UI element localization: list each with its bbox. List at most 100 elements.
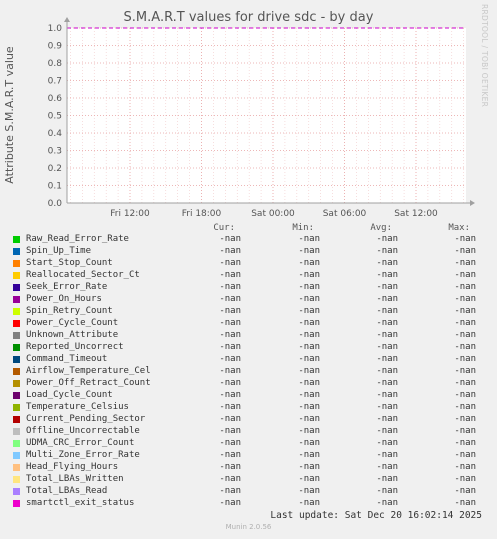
legend-value-min: -nan (298, 426, 320, 436)
legend-item-name: UDMA_CRC_Error_Count (26, 438, 135, 448)
legend-item-name: smartctl_exit_status (26, 498, 135, 508)
legend-swatch (13, 356, 20, 363)
legend-header-min: Min: (292, 223, 314, 233)
legend-value-avg: -nan (376, 390, 398, 400)
legend-value-max: -nan (454, 258, 476, 268)
legend-swatch (13, 476, 20, 483)
legend-value-max: -nan (454, 438, 476, 448)
legend-value-max: -nan (454, 462, 476, 472)
legend-swatch (13, 416, 20, 423)
legend-value-min: -nan (298, 390, 320, 400)
legend-item-name: Load_Cycle_Count (26, 390, 113, 400)
legend-value-avg: -nan (376, 498, 398, 508)
legend-value-cur: -nan (219, 390, 241, 400)
legend-value-min: -nan (298, 342, 320, 352)
legend-value-cur: -nan (219, 294, 241, 304)
legend-value-max: -nan (454, 366, 476, 376)
legend-swatch (13, 320, 20, 327)
legend-swatch (13, 344, 20, 351)
legend-swatch (13, 284, 20, 291)
legend-value-min: -nan (298, 450, 320, 460)
legend-value-max: -nan (454, 402, 476, 412)
legend-swatch (13, 440, 20, 447)
legend-value-avg: -nan (376, 246, 398, 256)
legend-value-min: -nan (298, 462, 320, 472)
legend-item-name: Power_Off_Retract_Count (26, 378, 151, 388)
legend-value-min: -nan (298, 270, 320, 280)
y-tick-label: 0.5 (48, 112, 62, 122)
legend-item: Total_LBAs_Read -nan -nan -nan -nan (0, 486, 497, 498)
legend-item: Load_Cycle_Count -nan -nan -nan -nan (0, 390, 497, 402)
legend-item: Total_LBAs_Written -nan -nan -nan -nan (0, 474, 497, 486)
legend-swatch (13, 380, 20, 387)
legend-swatch (13, 248, 20, 255)
chart-plot: 0.0 0.1 0.2 0.3 0.4 0.5 0.6 0.7 0.8 0.9 1.0 Fri 12:… (48, 17, 475, 219)
legend-value-max: -nan (454, 390, 476, 400)
legend-item: Airflow_Temperature_Cel -nan -nan -nan -nan (0, 366, 497, 378)
y-tick-label: 0.8 (48, 59, 63, 69)
legend-swatch (13, 500, 20, 507)
x-tick-label: Fri 18:00 (182, 209, 222, 219)
legend-value-avg: -nan (376, 426, 398, 436)
legend-item-name: Power_On_Hours (26, 294, 102, 304)
legend-value-avg: -nan (376, 414, 398, 424)
legend-item-name: Temperature_Celsius (26, 402, 129, 412)
legend-value-max: -nan (454, 378, 476, 388)
legend-value-cur: -nan (219, 318, 241, 328)
legend-value-cur: -nan (219, 378, 241, 388)
legend-item: Reported_Uncorrect -nan -nan -nan -nan (0, 342, 497, 354)
legend-value-avg: -nan (376, 318, 398, 328)
legend-value-max: -nan (454, 474, 476, 484)
legend-value-min: -nan (298, 258, 320, 268)
legend-value-min: -nan (298, 486, 320, 496)
legend-item: Seek_Error_Rate -nan -nan -nan -nan (0, 282, 497, 294)
legend-item: Spin_Up_Time -nan -nan -nan -nan (0, 246, 497, 258)
legend-item: Reallocated_Sector_Ct -nan -nan -nan -nan (0, 270, 497, 282)
legend-value-max: -nan (454, 354, 476, 364)
legend-value-max: -nan (454, 306, 476, 316)
legend-value-max: -nan (454, 294, 476, 304)
legend-item: Temperature_Celsius -nan -nan -nan -nan (0, 402, 497, 414)
legend-swatch (13, 368, 20, 375)
legend-value-avg: -nan (376, 378, 398, 388)
legend-value-cur: -nan (219, 342, 241, 352)
legend-item-name: Current_Pending_Sector (26, 414, 146, 424)
y-tick-label: 0.3 (48, 147, 62, 157)
x-tick-label: Sat 12:00 (394, 209, 438, 219)
legend-swatch (13, 392, 20, 399)
y-tick-label: 0.4 (48, 129, 63, 139)
legend-value-max: -nan (454, 414, 476, 424)
legend-value-cur: -nan (219, 474, 241, 484)
legend-value-avg: -nan (376, 234, 398, 244)
legend-value-min: -nan (298, 282, 320, 292)
legend-value-avg: -nan (376, 306, 398, 316)
legend-value-cur: -nan (219, 270, 241, 280)
legend-value-cur: -nan (219, 450, 241, 460)
legend-value-min: -nan (298, 378, 320, 388)
legend-value-min: -nan (298, 330, 320, 340)
legend-value-max: -nan (454, 498, 476, 508)
legend-value-cur: -nan (219, 282, 241, 292)
legend-value-min: -nan (298, 474, 320, 484)
legend-swatch (13, 488, 20, 495)
legend-header-cur: Cur: (213, 223, 235, 233)
legend-item-name: Total_LBAs_Written (26, 474, 124, 484)
y-tick-label: 1.0 (48, 24, 63, 34)
x-axis-arrow (470, 200, 475, 206)
legend-item: Raw_Read_Error_Rate -nan -nan -nan -nan (0, 234, 497, 246)
legend-value-cur: -nan (219, 354, 241, 364)
legend-item-name: Spin_Retry_Count (26, 306, 113, 316)
legend-item-name: Power_Cycle_Count (26, 318, 119, 328)
legend-item: Unknown_Attribute -nan -nan -nan -nan (0, 330, 497, 342)
legend-value-max: -nan (454, 234, 476, 244)
legend-value-max: -nan (454, 246, 476, 256)
legend-item-name: Multi_Zone_Error_Rate (26, 450, 140, 460)
legend-value-avg: -nan (376, 402, 398, 412)
legend-swatch (13, 428, 20, 435)
x-tick-label: Sat 00:00 (251, 209, 295, 219)
legend-item-name: Offline_Uncorrectable (26, 426, 140, 436)
legend-item: Power_Cycle_Count -nan -nan -nan -nan (0, 318, 497, 330)
legend-swatch (13, 452, 20, 459)
legend-item-name: Reported_Uncorrect (26, 342, 124, 352)
legend-value-min: -nan (298, 402, 320, 412)
